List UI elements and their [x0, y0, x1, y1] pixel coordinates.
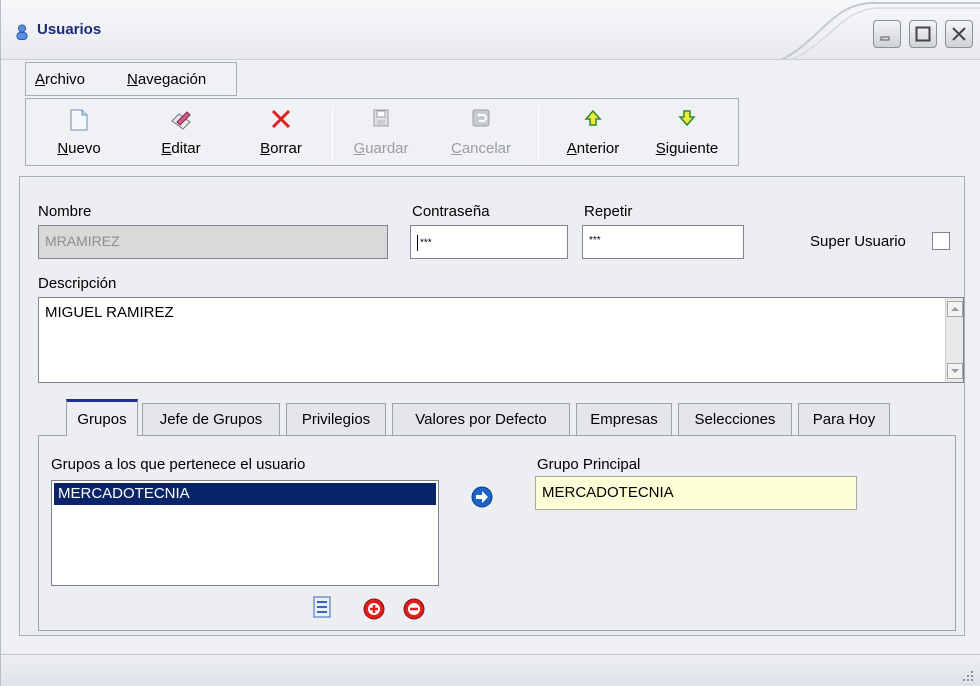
- borrar-label: Borrar: [260, 140, 302, 157]
- add-group-button[interactable]: [363, 598, 385, 620]
- window-title: Usuarios: [37, 21, 102, 38]
- super-usuario-label: Super Usuario: [810, 233, 906, 250]
- descripcion-field[interactable]: MIGUEL RAMIREZ: [38, 297, 964, 383]
- tab-empresas[interactable]: Empresas: [576, 403, 672, 435]
- edit-pencil-icon: [171, 111, 191, 130]
- grupo-principal-field[interactable]: MERCADOTECNIA: [535, 476, 857, 510]
- tab-grupos[interactable]: Grupos: [66, 399, 138, 436]
- menu-navegacion[interactable]: Navegación: [127, 71, 206, 88]
- super-usuario-checkbox[interactable]: [932, 232, 950, 250]
- editar-button[interactable]: Editar: [142, 99, 220, 165]
- scroll-down-icon: [951, 369, 959, 373]
- nuevo-label: Nuevo: [57, 140, 101, 157]
- arrow-up-icon: [584, 109, 602, 126]
- descripcion-value: MIGUEL RAMIREZ: [45, 304, 174, 321]
- toolbar-separator: [538, 105, 539, 161]
- usuarios-window: Usuarios Archivo Navegación Nuevo Editar…: [0, 0, 980, 686]
- tab-para-hoy[interactable]: Para Hoy: [798, 403, 890, 435]
- anterior-label: Anterior: [566, 140, 620, 157]
- list-item[interactable]: MERCADOTECNIA: [54, 483, 436, 505]
- menu-archivo[interactable]: Archivo: [35, 71, 85, 88]
- contrasena-label: Contraseña: [412, 203, 490, 220]
- siguiente-label: Siguiente: [655, 140, 719, 157]
- save-disk-icon: [373, 109, 389, 127]
- contrasena-value: ***: [420, 237, 432, 249]
- nombre-label: Nombre: [38, 203, 92, 220]
- status-bar: [1, 654, 980, 686]
- minimize-icon: [880, 36, 890, 41]
- new-document-icon: [70, 109, 88, 131]
- scroll-up-button[interactable]: [947, 301, 963, 317]
- editar-label: Editar: [161, 140, 201, 157]
- tab-valores-por-defecto[interactable]: Valores por Defecto: [392, 403, 570, 435]
- maximize-icon: [915, 26, 931, 42]
- anterior-button[interactable]: Anterior: [550, 99, 636, 165]
- assign-arrow-button[interactable]: [471, 486, 493, 508]
- tab-selecciones[interactable]: Selecciones: [678, 403, 792, 435]
- cancel-undo-icon: [472, 109, 490, 127]
- nombre-field[interactable]: MRAMIREZ: [38, 225, 388, 259]
- user-icon: [16, 24, 28, 40]
- delete-x-icon: [271, 109, 291, 129]
- nuevo-button[interactable]: Nuevo: [40, 99, 118, 165]
- scroll-up-icon: [951, 307, 959, 311]
- close-button[interactable]: [945, 20, 973, 48]
- tab-jefe-de-grupos[interactable]: Jefe de Grupos: [142, 403, 280, 435]
- menu-navegacion-label: avegación: [137, 71, 207, 88]
- repetir-field[interactable]: ***: [582, 225, 744, 259]
- toolbar-separator: [332, 105, 333, 161]
- menu-navegacion-mnemonic: N: [127, 71, 138, 88]
- user-form-panel: Nombre MRAMIREZ Contraseña *** Repetir *…: [19, 176, 965, 636]
- remove-group-button[interactable]: [403, 598, 425, 620]
- maximize-button[interactable]: [909, 20, 937, 48]
- descripcion-label: Descripción: [38, 275, 117, 292]
- grupo-principal-label: Grupo Principal: [537, 456, 641, 473]
- cancelar-button[interactable]: Cancelar: [438, 99, 524, 165]
- menu-bar: Archivo Navegación: [25, 62, 237, 96]
- cancelar-label: Cancelar: [450, 140, 512, 157]
- menu-archivo-label: rchivo: [45, 71, 86, 88]
- minimize-button[interactable]: [873, 20, 901, 48]
- arrow-down-icon: [678, 110, 696, 127]
- group-details-button[interactable]: [311, 596, 333, 618]
- descripcion-scrollbar[interactable]: [945, 298, 963, 382]
- scroll-down-button[interactable]: [947, 363, 963, 379]
- toolbar: Nuevo Editar Borrar Guardar Cancelar Ant…: [25, 98, 739, 166]
- grupos-listbox[interactable]: MERCADOTECNIA: [51, 480, 439, 586]
- grupos-tab-content: Grupos a los que pertenece el usuario ME…: [38, 435, 956, 631]
- title-bar: Usuarios: [1, 0, 980, 60]
- menu-archivo-mnemonic: A: [35, 71, 46, 88]
- contrasena-field[interactable]: ***: [410, 225, 568, 259]
- guardar-label: Guardar: [353, 140, 409, 157]
- tab-privilegios[interactable]: Privilegios: [286, 403, 386, 435]
- borrar-button[interactable]: Borrar: [242, 99, 320, 165]
- guardar-button[interactable]: Guardar: [342, 99, 420, 165]
- close-icon: [952, 27, 966, 41]
- repetir-label: Repetir: [584, 203, 633, 220]
- siguiente-button[interactable]: Siguiente: [644, 99, 730, 165]
- grupos-list-label: Grupos a los que pertenece el usuario: [51, 456, 306, 473]
- text-caret: [417, 235, 418, 251]
- resize-grip-icon[interactable]: [959, 667, 975, 683]
